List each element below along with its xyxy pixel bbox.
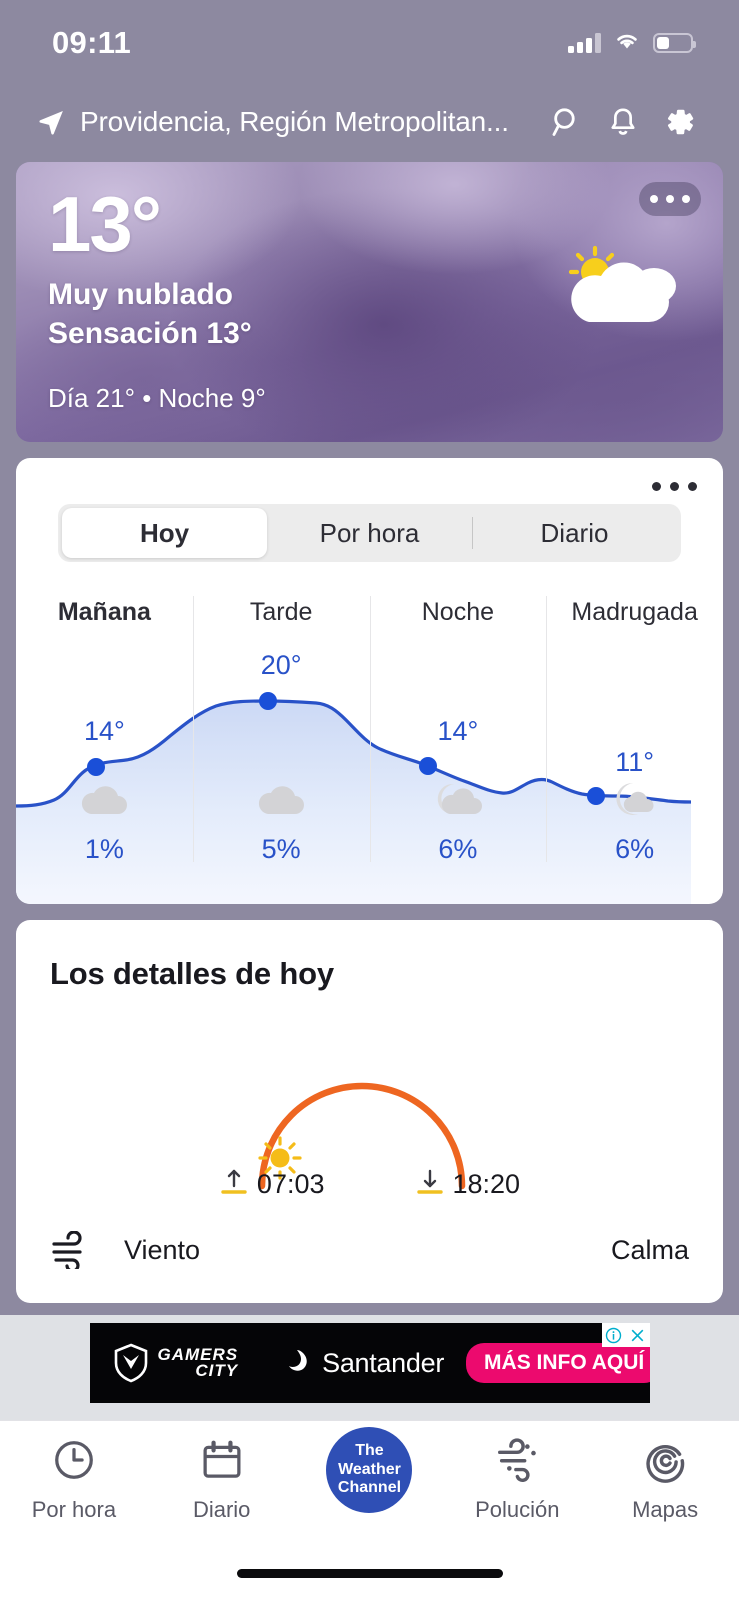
bell-icon[interactable]: [595, 94, 651, 150]
precipitation-chance: 6%: [438, 834, 478, 864]
moon-behind-cloud-icon: [430, 780, 486, 820]
cellular-signal-icon: [568, 33, 601, 53]
day-night-temperatures: Día 21° • Noche 9°: [48, 383, 266, 413]
nav-item-por-hora[interactable]: Por hora: [0, 1437, 148, 1523]
daypart-precip-manana: 1%: [16, 774, 193, 904]
wifi-icon: [614, 31, 640, 55]
today-details-card: Los detalles de hoy 07:03 18:20 Viento C…: [16, 920, 723, 1303]
daypart-temperature: 14°: [437, 716, 479, 746]
daypart-temperature: 20°: [260, 650, 302, 680]
ad-info-icon[interactable]: [601, 1323, 626, 1347]
weather-app-screen: 09:11 Providencia, Región Metropolitan..…: [0, 0, 739, 1600]
battery-icon: [653, 33, 696, 53]
sunset-time: 18:20: [452, 1169, 521, 1199]
wind-icon: [50, 1231, 94, 1269]
air-quality-wind-icon: [494, 1437, 540, 1488]
app-header: Providencia, Región Metropolitan...: [0, 86, 739, 158]
daypart-precip-madrugada: 6%: [546, 774, 723, 904]
sunrise-time: 07:03: [256, 1169, 325, 1199]
ad-banner[interactable]: GAMERS CITY Santander MÁS INFO AQUÍ: [89, 1323, 650, 1403]
nav-label: Mapas: [632, 1497, 699, 1522]
status-bar-clock: 09:11: [52, 25, 132, 60]
tab-hoy[interactable]: Hoy: [62, 508, 267, 558]
home-indicator-area: [0, 1546, 739, 1600]
sun-behind-cloud-icon: [551, 240, 681, 332]
location-arrow-icon: [36, 107, 66, 137]
nav-item-polucion[interactable]: Polución: [443, 1437, 591, 1523]
tab-diario[interactable]: Diario: [472, 508, 677, 558]
daypart-forecast-chart[interactable]: Mañana 14° Tarde 20° Noche 14° Madrugada…: [16, 584, 723, 904]
sun-arc: 07:03 18:20: [16, 1000, 723, 1210]
ad-container: GAMERS CITY Santander MÁS INFO AQUÍ: [0, 1315, 739, 1420]
moon-behind-cloud-icon: [607, 780, 663, 820]
sunrise-arrow-icon: [219, 1165, 249, 1204]
wind-label: Viento: [124, 1234, 201, 1265]
details-title: Los detalles de hoy: [50, 956, 334, 991]
wind-detail-row[interactable]: Viento Calma: [16, 1210, 723, 1303]
status-bar: 09:11: [0, 0, 739, 86]
ad-close-icon[interactable]: [625, 1323, 650, 1347]
nav-item-home-weather-channel[interactable]: The Weather Channel: [296, 1427, 444, 1513]
daypart-precip-noche: 6%: [370, 774, 547, 904]
precipitation-chance: 1%: [84, 834, 124, 864]
nav-label: Diario: [192, 1497, 251, 1522]
daypart-label: Mañana: [57, 598, 151, 626]
calendar-icon: [199, 1437, 245, 1488]
clock-icon: [51, 1437, 97, 1488]
wind-value: Calma: [610, 1234, 689, 1265]
forecast-card: Hoy Por hora Diario Mañana 14° Tarde 20°…: [16, 458, 723, 904]
gamers-city-logo-icon: GAMERS CITY: [90, 1343, 239, 1383]
cloud-icon: [76, 780, 132, 820]
forecast-overflow-menu-icon[interactable]: [652, 482, 697, 491]
nav-item-diario[interactable]: Diario: [148, 1437, 296, 1523]
cloud-icon: [253, 780, 309, 820]
sunset-arrow-icon: [415, 1165, 445, 1204]
location-name[interactable]: Providencia, Región Metropolitan...: [80, 106, 539, 138]
scroll-content[interactable]: 13° Muy nublado Sensación 13° Día 21° • …: [0, 158, 739, 1420]
ad-brand-primary: GAMERS CITY: [157, 1344, 239, 1380]
bottom-navigation: Por hora Diario The Weather Channel Polu…: [0, 1420, 739, 1546]
sunrise-time-group: 07:03: [219, 1165, 325, 1204]
gear-icon[interactable]: [651, 94, 707, 150]
daypart-label: Noche: [421, 598, 494, 626]
daypart-temperature: 14°: [83, 716, 125, 746]
home-indicator[interactable]: [236, 1568, 503, 1578]
weather-channel-logo-icon: The Weather Channel: [326, 1427, 413, 1513]
ad-cta-button[interactable]: MÁS INFO AQUÍ: [466, 1343, 650, 1383]
daypart-label: Tarde: [249, 598, 313, 626]
ad-badges: [601, 1323, 650, 1347]
precipitation-chance: 5%: [261, 834, 301, 864]
santander-brand: Santander: [282, 1347, 444, 1380]
daypart-precip-tarde: 5%: [193, 774, 370, 904]
precipitation-chance: 6%: [615, 834, 655, 864]
nav-label: Polución: [475, 1497, 560, 1522]
nav-label: Por hora: [31, 1497, 117, 1522]
daypart-label: Madrugada: [571, 598, 698, 626]
ad-brand-secondary: Santander: [322, 1347, 445, 1378]
radar-map-icon: [642, 1437, 688, 1488]
search-icon[interactable]: [539, 94, 595, 150]
forecast-tabs: Hoy Por hora Diario: [58, 504, 681, 562]
status-bar-icons: [568, 31, 696, 55]
santander-flame-icon: [282, 1347, 312, 1380]
current-conditions-card[interactable]: 13° Muy nublado Sensación 13° Día 21° • …: [16, 162, 723, 442]
tab-por-hora[interactable]: Por hora: [267, 508, 472, 558]
sunset-time-group: 18:20: [415, 1165, 521, 1204]
nav-item-mapas[interactable]: Mapas: [591, 1437, 739, 1523]
